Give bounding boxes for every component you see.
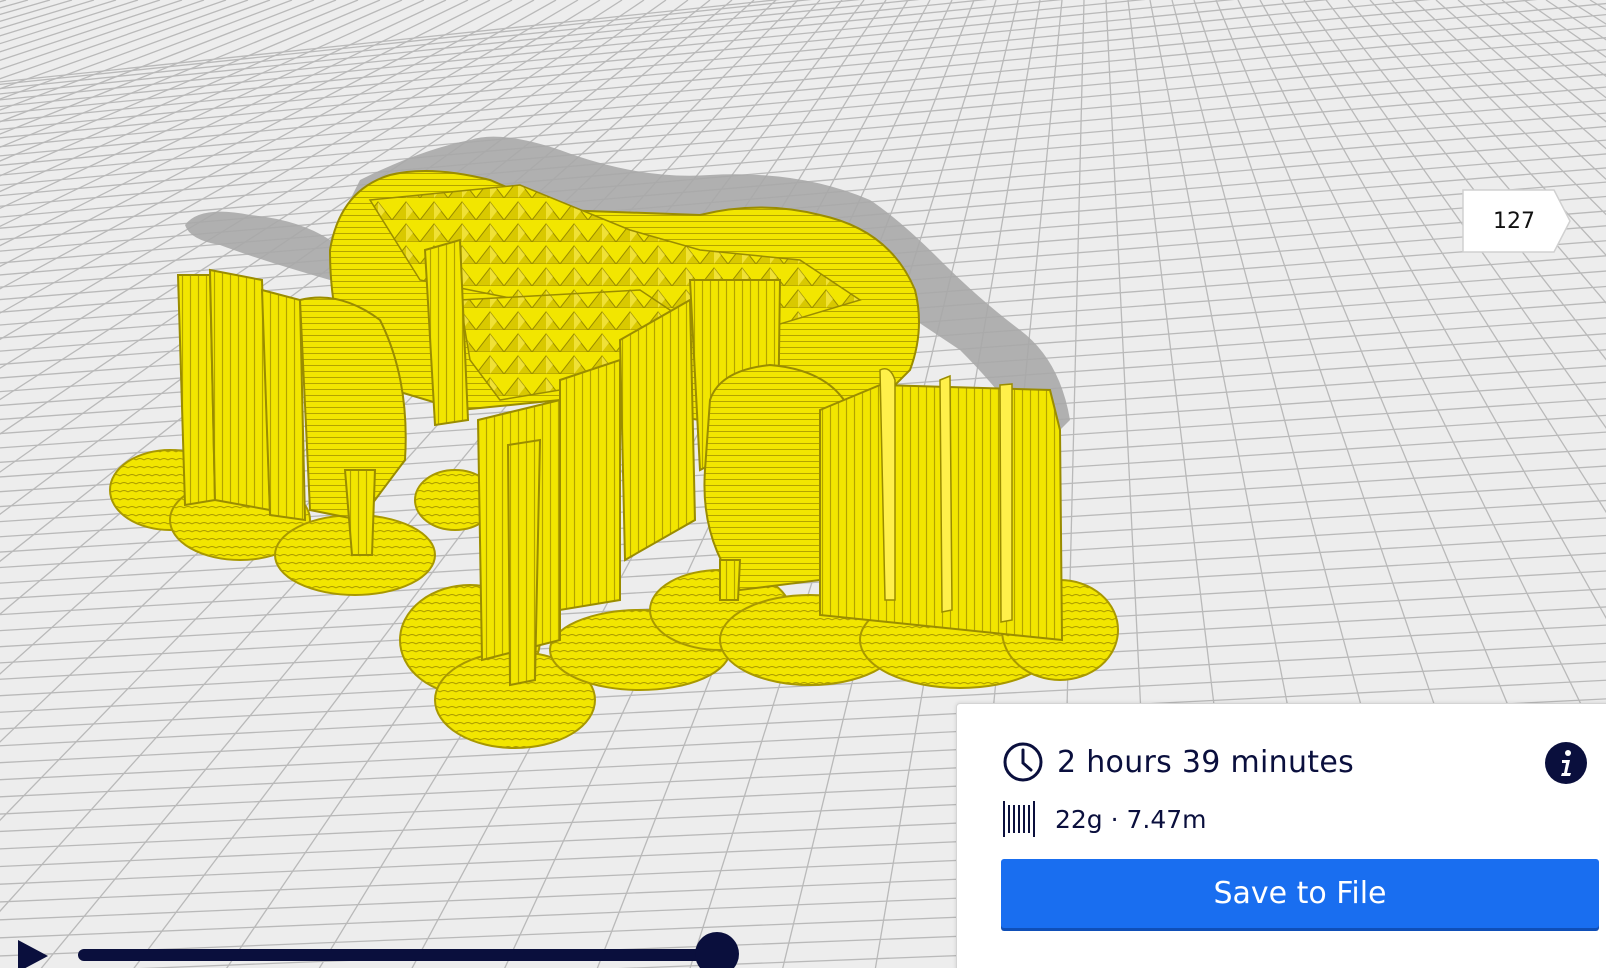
layer-number[interactable]: 127 bbox=[1462, 189, 1566, 253]
simulation-progress-track[interactable] bbox=[78, 949, 720, 961]
print-info-panel: 2 hours 39 minutes 22g · 7.47m Save to F… bbox=[956, 703, 1606, 968]
clock-icon bbox=[1003, 742, 1043, 782]
layer-slider-handle[interactable]: 127 bbox=[1462, 189, 1572, 253]
simulation-bar bbox=[0, 920, 760, 968]
save-to-file-button[interactable]: Save to File bbox=[1001, 859, 1599, 928]
info-icon[interactable] bbox=[1545, 742, 1587, 784]
simulation-progress-handle[interactable] bbox=[695, 932, 739, 968]
play-icon[interactable] bbox=[16, 938, 52, 968]
material-usage-text: 22g · 7.47m bbox=[1055, 804, 1207, 834]
filament-spool-icon bbox=[1003, 801, 1035, 837]
print-time-text: 2 hours 39 minutes bbox=[1057, 744, 1355, 780]
material-row: 22g · 7.47m bbox=[1001, 799, 1207, 839]
print-time-row: 2 hours 39 minutes bbox=[1001, 740, 1354, 784]
cura-app: 127 2 hours 39 minutes 22g · 7.47m Save … bbox=[0, 0, 1606, 968]
